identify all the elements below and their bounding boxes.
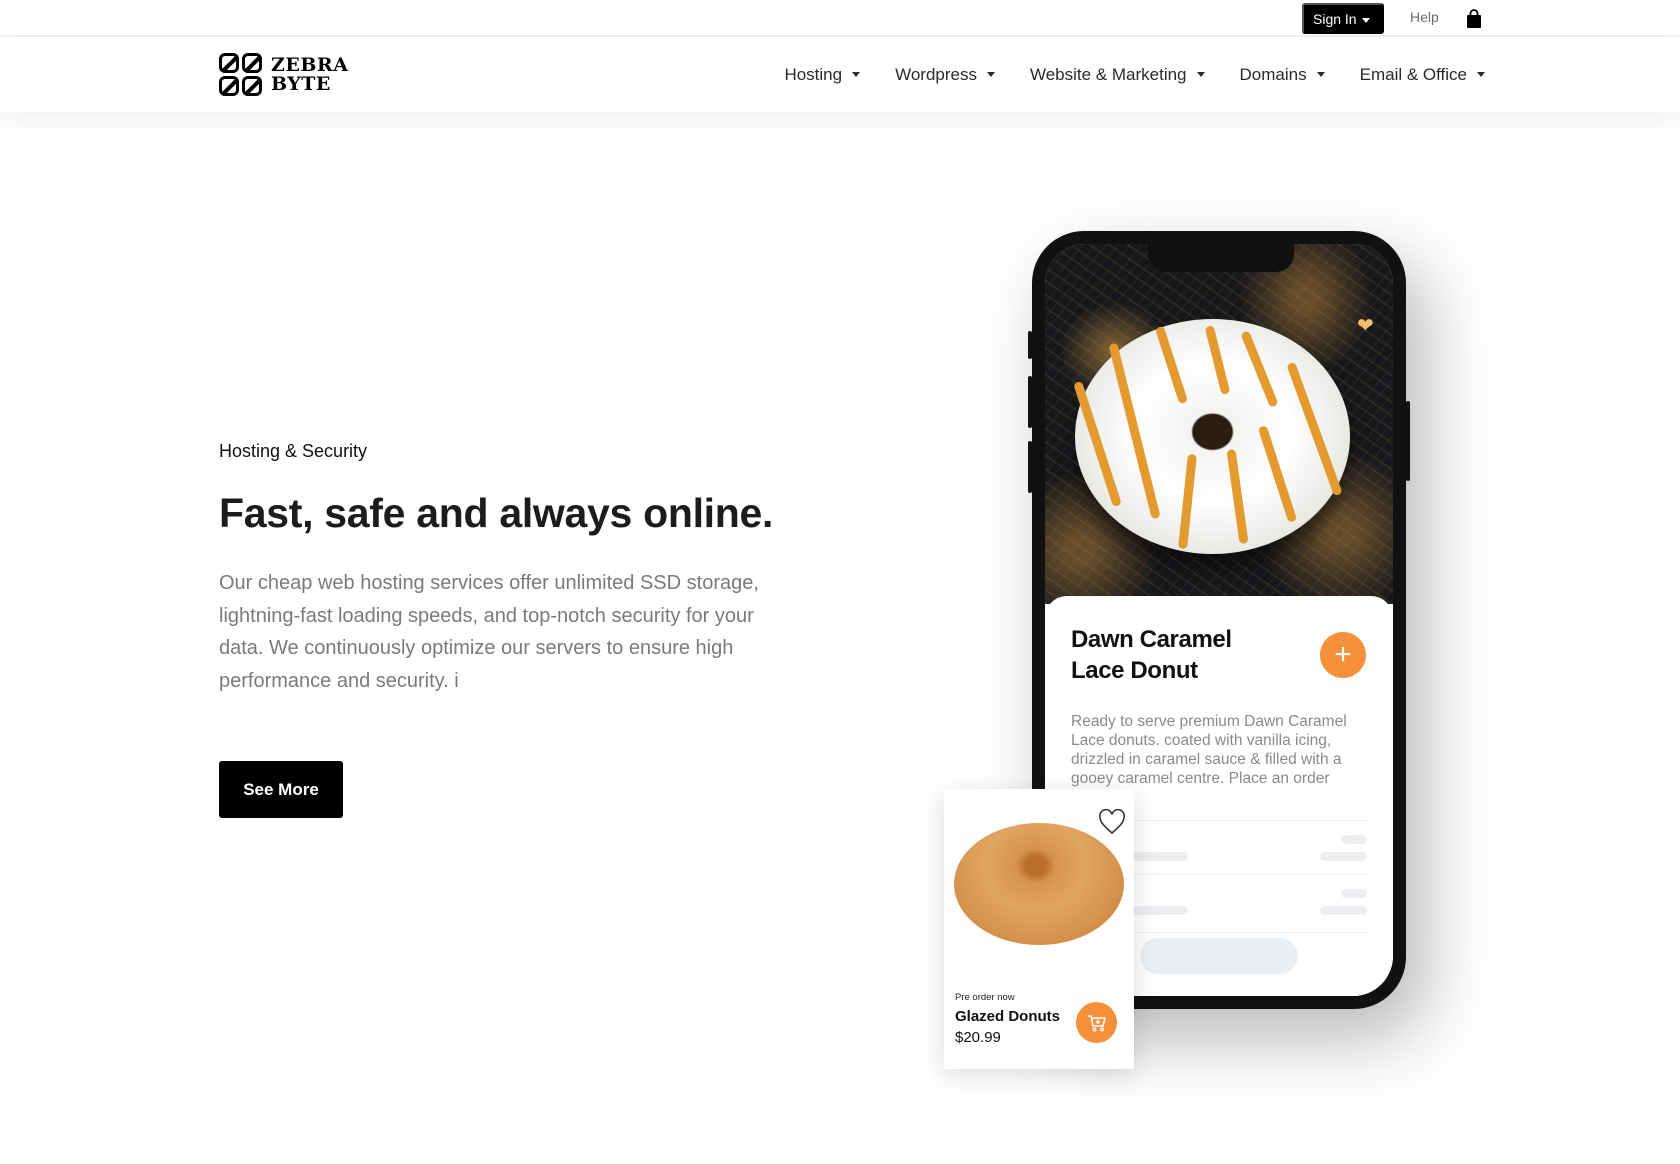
skeleton-button: [1140, 938, 1298, 974]
nav-item-hosting[interactable]: Hosting: [784, 65, 861, 85]
nav-item-domains[interactable]: Domains: [1240, 65, 1325, 85]
help-link[interactable]: Help: [1410, 9, 1439, 25]
add-to-order-button[interactable]: +: [1320, 632, 1366, 678]
hero-headline: Fast, safe and always online.: [219, 490, 774, 536]
skeleton-line: [1130, 852, 1188, 861]
mini-card-price: $20.99: [955, 1029, 1001, 1046]
nav-item-wordpress[interactable]: Wordpress: [895, 65, 995, 85]
brand-name: ZEBRA BYTE: [271, 53, 349, 95]
nav-item-email-office[interactable]: Email & Office: [1360, 65, 1485, 85]
caret-down-icon: [986, 72, 995, 77]
hero-description: Our cheap web hosting services offer unl…: [219, 572, 759, 692]
product-title: Dawn Caramel Lace Donut: [1071, 626, 1232, 684]
glazed-donut-image: [954, 823, 1124, 945]
hero-eyebrow: Hosting & Security: [219, 441, 368, 461]
skeleton-line: [1130, 906, 1188, 915]
caramel-donut-image: [1073, 319, 1350, 554]
product-photo: ❤: [1045, 244, 1393, 604]
butterfly-icon: ❤: [1357, 315, 1374, 337]
phone-side-button: [1028, 376, 1032, 428]
caret-down-icon: [1316, 72, 1325, 77]
skeleton-line: [1320, 852, 1367, 861]
logo-mark-icon: [219, 53, 262, 96]
caret-down-icon: [1362, 18, 1370, 23]
utility-bar: Sign In Help: [0, 0, 1680, 37]
mini-card-title: Glazed Donuts: [955, 1008, 1061, 1025]
pre-order-caption: Pre order now: [955, 992, 1015, 1003]
main-navbar: ZEBRA BYTE Hosting Wordpress Website & M…: [0, 37, 1680, 112]
sign-in-button[interactable]: Sign In: [1302, 3, 1384, 34]
caret-down-icon: [852, 72, 861, 77]
see-more-button[interactable]: See More: [219, 761, 343, 818]
skeleton-line: [1341, 835, 1367, 844]
phone-side-button: [1406, 401, 1410, 481]
phone-notch: [1148, 244, 1294, 272]
cart-icon: [1087, 1014, 1106, 1032]
primary-nav: Hosting Wordpress Website & Marketing Do…: [784, 37, 1485, 112]
skeleton-line: [1341, 889, 1367, 898]
caret-down-icon: [1196, 72, 1205, 77]
caret-down-icon: [1477, 72, 1485, 77]
sign-in-label: Sign In: [1313, 10, 1357, 27]
phone-side-button: [1028, 441, 1032, 493]
phone-side-button: [1028, 331, 1032, 359]
glazed-donut-card: Pre order now Glazed Donuts $20.99: [944, 789, 1134, 1069]
shopping-bag-icon[interactable]: [1466, 9, 1482, 28]
skeleton-line: [1320, 906, 1367, 915]
product-description: Ready to serve premium Dawn Caramel Lace…: [1071, 713, 1347, 787]
nav-item-website-marketing[interactable]: Website & Marketing: [1030, 65, 1205, 85]
brand-logo[interactable]: ZEBRA BYTE: [219, 53, 348, 96]
add-to-cart-button[interactable]: [1076, 1002, 1117, 1043]
heart-icon[interactable]: [1098, 809, 1126, 835]
